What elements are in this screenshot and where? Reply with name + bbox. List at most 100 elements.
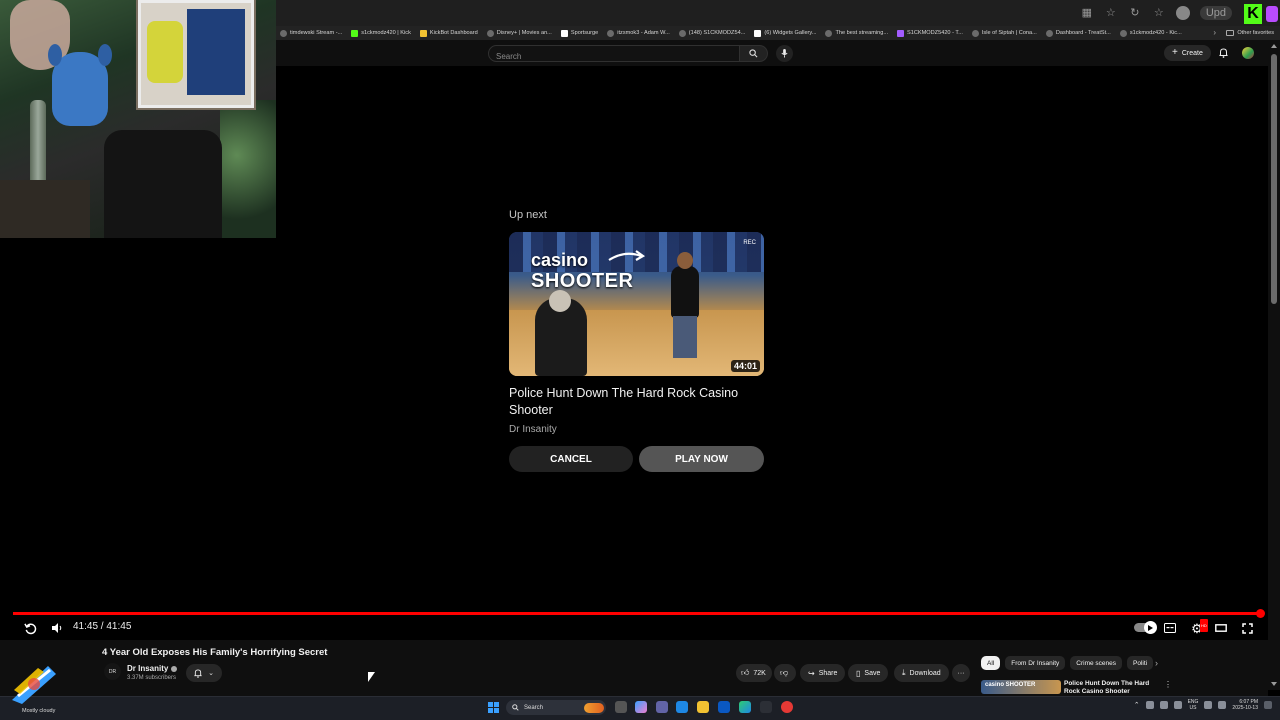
folder-icon: [1226, 30, 1235, 36]
refresh-icon[interactable]: ↻: [1128, 6, 1142, 20]
more-vertical-icon[interactable]: ⋮: [1164, 680, 1172, 689]
bookmark-item[interactable]: s1ckmodz420 | Kick: [351, 29, 411, 37]
chevron-up-icon[interactable]: ⌃: [1134, 701, 1140, 709]
speaker-icon[interactable]: [1218, 701, 1227, 709]
search-icon: [512, 704, 519, 711]
edge-browser-icon[interactable]: [739, 701, 751, 713]
like-button[interactable]: 👍︎ 72K: [736, 664, 772, 682]
volume-button[interactable]: [49, 620, 65, 636]
bookmark-item[interactable]: S1CKMODZ5420 - T...: [897, 29, 963, 37]
chip-crime-scenes[interactable]: Crime scenes: [1070, 656, 1123, 670]
grid-icon[interactable]: ▦: [1080, 6, 1094, 20]
mail-icon[interactable]: [718, 701, 730, 713]
chip-politics[interactable]: Politi: [1127, 656, 1154, 670]
play-now-button[interactable]: PLAY NOW: [639, 446, 764, 472]
thumbnail-text-casino: casino: [531, 250, 589, 270]
bookmark-item[interactable]: The best streaming...: [825, 29, 888, 37]
weather-status: Mostly cloudy: [22, 708, 56, 714]
voice-search-button[interactable]: [776, 45, 793, 62]
more-actions-button[interactable]: ···: [952, 664, 970, 682]
progress-bar[interactable]: [13, 612, 1261, 615]
chevron-right-icon[interactable]: ›: [1155, 658, 1158, 668]
bookmark-icon: ▯: [856, 668, 861, 678]
search-icon: [749, 49, 758, 58]
chip-all[interactable]: All: [981, 656, 1001, 670]
bookmark-item[interactable]: Dashboard - TreatSt...: [1045, 29, 1111, 37]
star-icon[interactable]: ☆: [1104, 6, 1118, 20]
taskbar-search[interactable]: Search: [506, 700, 606, 715]
up-next-thumbnail[interactable]: casino SHOOTER REC 44:01: [509, 232, 764, 376]
update-button[interactable]: Upd: [1199, 6, 1232, 20]
bookmark-item[interactable]: (148) S1CKMODZ54...: [678, 29, 745, 37]
bookmark-item[interactable]: Isle of Siptah | Cona...: [971, 29, 1037, 37]
file-explorer-icon[interactable]: [697, 701, 709, 713]
bookmark-item[interactable]: KickBot Dashboard: [419, 29, 478, 37]
theater-icon: [1215, 624, 1227, 632]
up-next-channel-name[interactable]: Dr Insanity: [509, 424, 557, 435]
windows-start-button[interactable]: [488, 702, 499, 713]
scroll-up-arrow-icon[interactable]: [1271, 44, 1277, 48]
bookmark-item[interactable]: timdewski Stream -...: [280, 29, 342, 37]
profile-avatar[interactable]: [1175, 6, 1190, 20]
search-button[interactable]: [740, 45, 768, 62]
globe-icon: [825, 29, 833, 37]
theater-mode-button[interactable]: [1214, 620, 1228, 636]
task-view-icon[interactable]: [615, 701, 627, 713]
save-button[interactable]: ▯ Save: [848, 664, 889, 682]
weather-widget-icon[interactable]: [8, 660, 60, 706]
cancel-button[interactable]: CANCEL: [509, 446, 633, 472]
create-button[interactable]: + Create: [1164, 45, 1211, 61]
download-button[interactable]: ⤓ Download: [894, 664, 949, 682]
fullscreen-button[interactable]: [1240, 620, 1254, 636]
channel-name[interactable]: Dr Insanity: [127, 664, 168, 673]
share-button[interactable]: ↪ Share: [800, 664, 846, 682]
replay-button[interactable]: [22, 620, 38, 636]
notifications-button[interactable]: [1216, 46, 1230, 60]
chrome-icon[interactable]: [781, 701, 793, 713]
progress-scrubber[interactable]: [1256, 609, 1265, 618]
webcam-table: [0, 180, 90, 238]
scroll-thumb[interactable]: [1271, 54, 1277, 304]
language-indicator[interactable]: ENG US: [1188, 699, 1199, 711]
microphone-icon: [781, 49, 788, 58]
account-avatar[interactable]: [1242, 47, 1254, 59]
settings-button[interactable]: ⚙ HD: [1189, 618, 1208, 636]
page-scrollbar[interactable]: [1268, 40, 1280, 690]
globe-icon: [1119, 29, 1127, 37]
store-icon[interactable]: [676, 701, 688, 713]
other-favorites-button[interactable]: Other favorites: [1220, 26, 1274, 40]
extension-icon[interactable]: [1266, 6, 1278, 22]
search-input[interactable]: [489, 49, 739, 64]
up-next-label: Up next: [509, 209, 547, 221]
bookmark-item[interactable]: s1ckmodz420 - Kic...: [1119, 29, 1182, 37]
captions-icon: [1164, 623, 1176, 633]
related-video-thumbnail[interactable]: casino SHOOTER: [981, 680, 1061, 694]
obs-icon[interactable]: [760, 701, 772, 713]
wifi-icon[interactable]: [1204, 701, 1213, 709]
copilot-icon[interactable]: [635, 701, 647, 713]
tray-app-icon[interactable]: [1145, 701, 1154, 709]
dislike-button[interactable]: 👎︎: [774, 664, 796, 682]
channel-avatar[interactable]: DR: [104, 663, 121, 680]
teams-icon[interactable]: [656, 701, 668, 713]
kickbot-icon: [419, 29, 427, 37]
bookmark-item[interactable]: itzsmok3 - Adam W...: [607, 29, 670, 37]
autoplay-toggle[interactable]: [1134, 621, 1157, 634]
related-video-title[interactable]: Police Hunt Down The Hard Rock Casino Sh…: [1064, 680, 1160, 694]
subscription-bell-button[interactable]: ⌄: [186, 664, 222, 682]
bluetooth-icon[interactable]: [1173, 701, 1182, 709]
bookmarks-overflow-chevron-icon[interactable]: ›: [1213, 28, 1216, 37]
subtitles-button[interactable]: [1163, 620, 1177, 636]
bookmark-item[interactable]: Sportsurge: [560, 29, 598, 37]
up-next-video-title[interactable]: Police Hunt Down The Hard Rock Casino Sh…: [509, 385, 764, 419]
channel-name-row[interactable]: Dr Insanity: [127, 664, 178, 673]
favorites-icon[interactable]: ☆: [1152, 6, 1166, 20]
clock[interactable]: 6:07 PM 2025-10-13: [1232, 699, 1258, 711]
chip-from-channel[interactable]: From Dr Insanity: [1005, 656, 1066, 670]
network-icon[interactable]: [1159, 701, 1168, 709]
bookmark-item[interactable]: (6) Widgets Gallery...: [754, 29, 816, 37]
notifications-center-icon[interactable]: [1264, 701, 1272, 709]
kick-icon: [351, 29, 359, 37]
scroll-down-arrow-icon[interactable]: [1271, 682, 1277, 686]
bookmark-item[interactable]: Disney+ | Movies an...: [486, 29, 552, 37]
